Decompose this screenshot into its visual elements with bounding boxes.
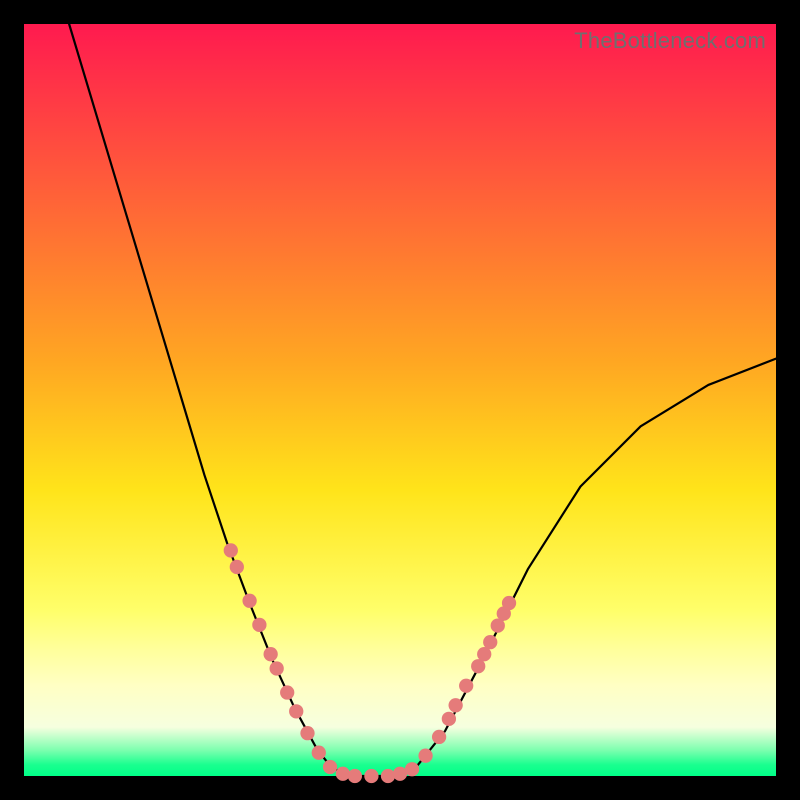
data-marker (449, 698, 463, 712)
data-marker (264, 647, 278, 661)
chart-stage: TheBottleneck.com (0, 0, 800, 800)
data-marker (442, 712, 456, 726)
data-marker (405, 762, 419, 776)
data-marker (459, 679, 473, 693)
data-marker (418, 749, 432, 763)
plot-area: TheBottleneck.com (24, 24, 776, 776)
data-marker (502, 596, 516, 610)
data-marker (364, 769, 378, 783)
watermark-text: TheBottleneck.com (574, 28, 766, 54)
data-marker (270, 661, 284, 675)
bottleneck-curve (69, 24, 776, 776)
data-marker (252, 618, 266, 632)
data-marker (300, 726, 314, 740)
data-marker (224, 543, 238, 557)
data-marker (323, 760, 337, 774)
data-marker (280, 685, 294, 699)
data-marker (348, 769, 362, 783)
data-marker (336, 767, 350, 781)
data-marker (483, 635, 497, 649)
curve-layer (24, 24, 776, 776)
data-marker (381, 769, 395, 783)
data-marker (432, 730, 446, 744)
data-marker (312, 746, 326, 760)
data-marker (289, 704, 303, 718)
data-marker (230, 560, 244, 574)
data-marker (242, 594, 256, 608)
